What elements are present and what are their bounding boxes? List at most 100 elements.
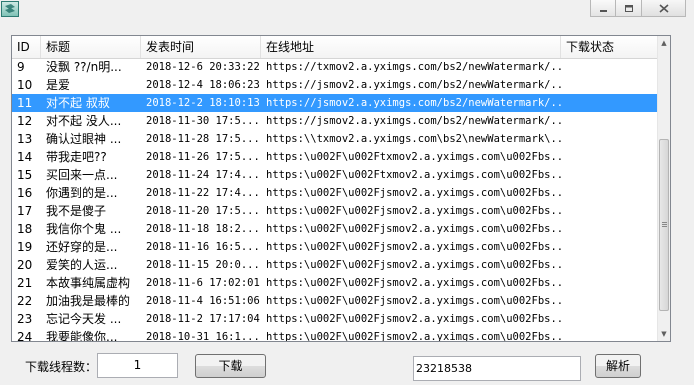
row-status <box>561 202 658 220</box>
scroll-thumb[interactable] <box>659 139 669 311</box>
row-url: https:\u002F\u002Fjsmov2.a.yximgs.com\u0… <box>266 259 561 271</box>
row-status <box>561 166 658 184</box>
row-status <box>561 256 658 274</box>
row-id: 11 <box>17 96 33 110</box>
column-header-id[interactable]: ID <box>12 36 41 58</box>
row-title: 本故事纯属虚构 <box>46 276 131 290</box>
row-title: 你遇到的是... <box>46 186 118 200</box>
row-status <box>561 238 658 256</box>
scroll-down-icon[interactable]: ▼ <box>658 327 670 341</box>
row-id: 10 <box>17 78 33 92</box>
thread-count-input[interactable]: 1 <box>97 353 178 378</box>
table-row[interactable]: 9 没飘 ??/n明... 2018-12-6 20:33:22 https://tx… <box>12 58 658 76</box>
row-title: 忘记今天发 ... <box>46 312 122 326</box>
row-time: 2018-11-26 17:5... <box>146 151 260 163</box>
row-time: 2018-11-22 17:4... <box>146 187 260 199</box>
row-url: https://jsmov2.a.yximgs.com/bs2/newWater… <box>266 97 561 109</box>
vertical-scrollbar[interactable]: ▲ ▼ <box>657 36 670 341</box>
table-row[interactable]: 21 本故事纯属虚构 2018-11-6 17:02:01 https:\u002F\… <box>12 274 658 292</box>
row-url: https://txmov2.a.yximgs.com/bs2/newWater… <box>266 61 561 73</box>
row-url: https:\u002F\u002Fjsmov2.a.yximgs.com\u0… <box>266 223 561 235</box>
row-title: 没飘 ??/n明... <box>46 60 122 74</box>
table-row[interactable]: 10 是爱 2018-12-4 18:06:23 https://jsmov2.a.y… <box>12 76 658 94</box>
table-row[interactable]: 20 爱笑的人运... 2018-11-15 20:0... https:\u002F… <box>12 256 658 274</box>
row-status <box>561 292 658 310</box>
scroll-up-icon[interactable]: ▲ <box>658 36 670 50</box>
row-url: https:\u002F\u002Fjsmov2.a.yximgs.com\u0… <box>266 331 561 342</box>
row-id: 13 <box>17 132 33 146</box>
row-id: 16 <box>17 186 33 200</box>
video-list-table[interactable]: ID 标题 发表时间 在线地址 下载状态 9 没飘 ??/n明... 2018-12… <box>11 35 671 342</box>
row-id: 15 <box>17 168 33 182</box>
row-id: 9 <box>17 60 25 74</box>
table-row[interactable]: 24 我要能像你... 2018-10-31 16:1... https:\u002F… <box>12 328 658 342</box>
table-row[interactable]: 19 还好穿的是... 2018-11-16 16:5... https:\u002F… <box>12 238 658 256</box>
row-time: 2018-11-6 17:02:01 <box>146 277 260 289</box>
row-id: 23 <box>17 312 33 326</box>
row-time: 2018-12-4 18:06:23 <box>146 79 260 91</box>
table-row[interactable]: 23 忘记今天发 ... 2018-11-2 17:17:04 https:\u002… <box>12 310 658 328</box>
column-header-url[interactable]: 在线地址 <box>261 36 561 58</box>
row-url: https:\u002F\u002Ftxmov2.a.yximgs.com\u0… <box>266 151 561 163</box>
row-title: 还好穿的是... <box>46 240 118 254</box>
column-header-time[interactable]: 发表时间 <box>141 36 261 58</box>
column-header-title[interactable]: 标题 <box>41 36 141 58</box>
row-title: 是爱 <box>46 78 71 92</box>
row-time: 2018-11-4 16:51:06 <box>146 295 260 307</box>
row-title: 我要能像你... <box>46 330 118 342</box>
minimize-icon[interactable] <box>590 0 616 17</box>
row-url: https:\u002F\u002Fjsmov2.a.yximgs.com\u0… <box>266 241 561 253</box>
row-time: 2018-12-2 18:10:13 <box>146 97 260 109</box>
row-time: 2018-11-24 17:4... <box>146 169 260 181</box>
row-status <box>561 220 658 238</box>
table-row[interactable]: 12 对不起 没人... 2018-11-30 17:5... https://jsm… <box>12 112 658 130</box>
row-status <box>561 274 658 292</box>
table-row[interactable]: 17 我不是傻子 2018-11-20 17:5... https:\u002F\u0… <box>12 202 658 220</box>
row-url: https:\u002F\u002Fjsmov2.a.yximgs.com\u0… <box>266 277 561 289</box>
row-status <box>561 310 658 328</box>
table-row[interactable]: 18 我信你个鬼 ... 2018-11-18 18:2... https:\u002… <box>12 220 658 238</box>
table-row[interactable]: 16 你遇到的是... 2018-11-22 17:4... https:\u002F… <box>12 184 658 202</box>
row-title: 买回来一点... <box>46 168 118 182</box>
row-id: 20 <box>17 258 33 272</box>
row-title: 对不起 没人... <box>46 114 122 128</box>
row-time: 2018-11-20 17:5... <box>146 205 260 217</box>
row-time: 2018-11-30 17:5... <box>146 115 260 127</box>
table-body: 9 没飘 ??/n明... 2018-12-6 20:33:22 https://tx… <box>12 58 658 342</box>
row-time: 2018-12-6 20:33:22 <box>146 61 260 73</box>
table-row[interactable]: 13 确认过眼神 ... 2018-11-28 17:5... https:\\txm… <box>12 130 658 148</box>
row-time: 2018-11-16 16:5... <box>146 241 260 253</box>
row-status <box>561 328 658 341</box>
title-bar <box>0 0 694 28</box>
row-id: 19 <box>17 240 33 254</box>
row-title: 确认过眼神 ... <box>46 132 122 146</box>
row-status <box>561 76 658 94</box>
row-title: 爱笑的人运... <box>46 258 118 272</box>
parse-button[interactable]: 解析 <box>595 354 641 378</box>
table-row[interactable]: 15 买回来一点... 2018-11-24 17:4... https:\u002F… <box>12 166 658 184</box>
row-url: https:\u002F\u002Fjsmov2.a.yximgs.com\u0… <box>266 205 561 217</box>
row-title: 我不是傻子 <box>46 204 107 218</box>
column-header-status[interactable]: 下载状态 <box>561 36 658 58</box>
row-id: 21 <box>17 276 33 290</box>
close-icon[interactable] <box>642 0 686 17</box>
table-row[interactable]: 14 带我走吧?? 2018-11-26 17:5... https:\u002F\u… <box>12 148 658 166</box>
row-time: 2018-11-15 20:0... <box>146 259 260 271</box>
row-url: https://jsmov2.a.yximgs.com/bs2/newWater… <box>266 79 561 91</box>
row-status <box>561 184 658 202</box>
table-row[interactable]: 22 加油我是最棒的 2018-11-4 16:51:06 https:\u002F\… <box>12 292 658 310</box>
row-url: https:\\txmov2.a.yximgs.com\bs2\newWater… <box>266 133 561 145</box>
user-id-input[interactable]: 23218538 <box>413 356 581 381</box>
row-url: https://jsmov2.a.yximgs.com/bs2/newWater… <box>266 115 561 127</box>
table-header: ID 标题 发表时间 在线地址 下载状态 <box>12 36 658 59</box>
app-icon <box>1 1 19 17</box>
download-button[interactable]: 下载 <box>195 354 266 378</box>
row-id: 24 <box>17 330 33 342</box>
row-id: 22 <box>17 294 33 308</box>
row-url: https:\u002F\u002Fjsmov2.a.yximgs.com\u0… <box>266 313 561 325</box>
row-id: 14 <box>17 150 33 164</box>
maximize-icon[interactable] <box>616 0 642 17</box>
row-title: 我信你个鬼 ... <box>46 222 122 236</box>
table-row[interactable]: 11 对不起 叔叔 2018-12-2 18:10:13 https://jsmov2… <box>12 94 658 112</box>
row-url: https:\u002F\u002Fjsmov2.a.yximgs.com\u0… <box>266 295 561 307</box>
